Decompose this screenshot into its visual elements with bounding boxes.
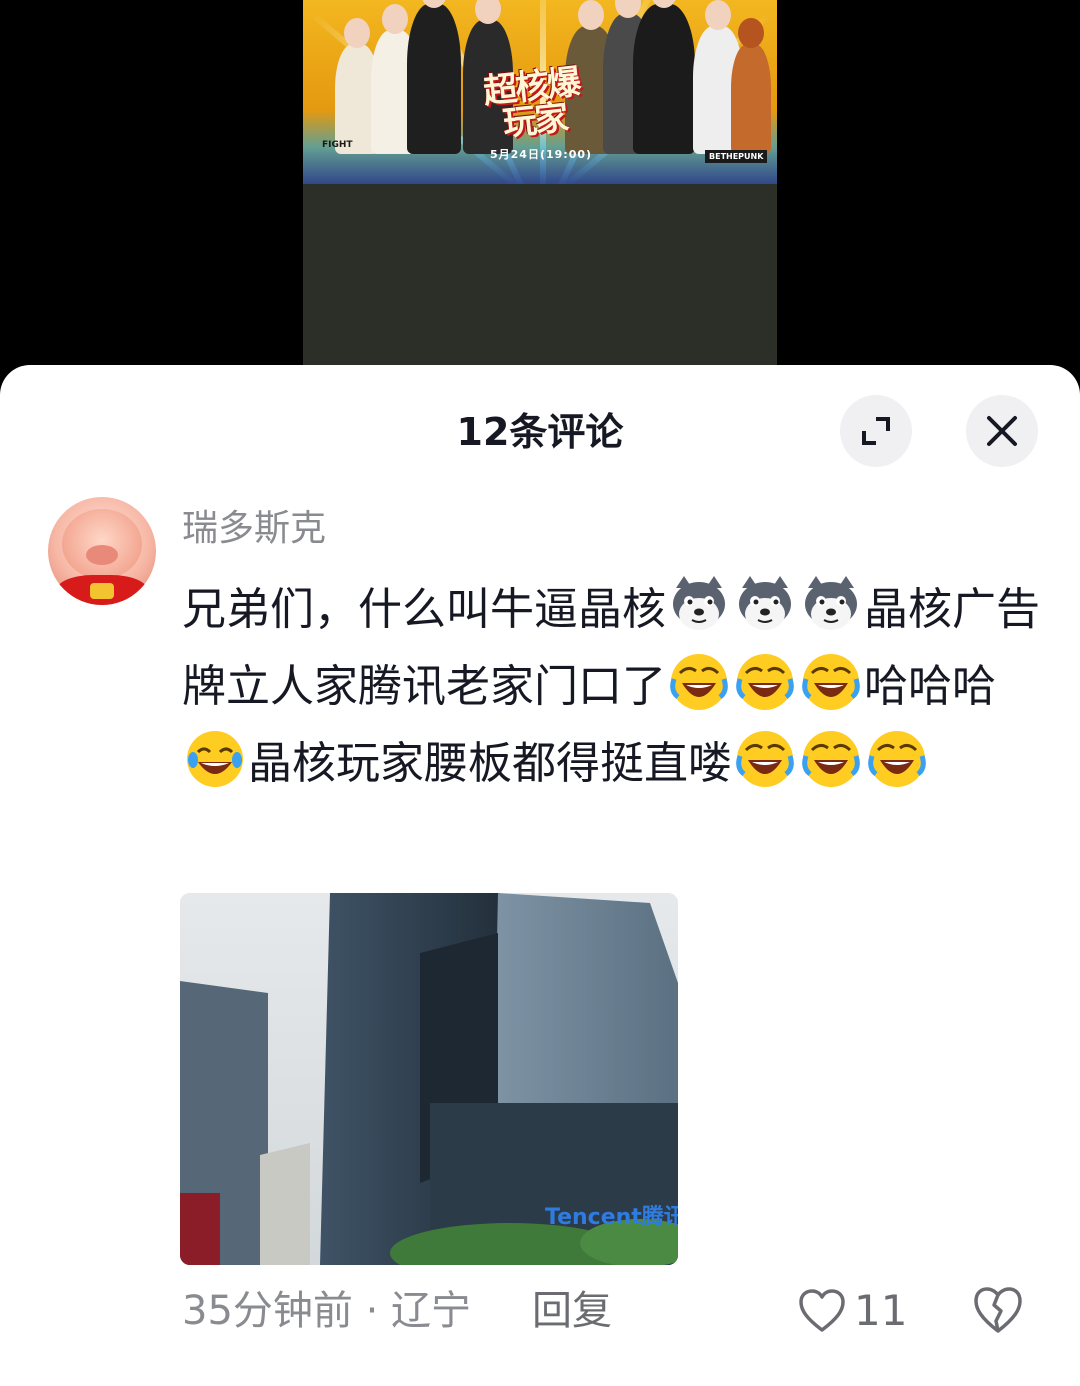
tencent-sign: Tencent腾讯 (545, 1205, 678, 1230)
rofl-emoji-icon (868, 731, 926, 787)
close-icon (987, 416, 1017, 446)
comment-text: 兄弟们，什么叫牛逼晶核 晶核广告牌立人家腾讯老家门口了 哈哈哈晶核玩家腰板都得挺… (182, 571, 1042, 802)
tears-of-joy-emoji-icon (187, 731, 243, 787)
doge-emoji-icon (739, 576, 791, 630)
close-button[interactable] (966, 395, 1038, 467)
doge-emoji-icon (805, 576, 857, 630)
rofl-emoji-icon (736, 731, 794, 787)
expand-icon (862, 417, 890, 445)
heart-icon (799, 1289, 845, 1332)
building-photo: Tencent腾讯 (180, 893, 678, 1265)
comments-title: 12条评论 (456, 410, 624, 454)
comment-text-part4: 晶核玩家腰板都得挺直喽 (248, 738, 732, 789)
rofl-emoji-icon (736, 654, 794, 710)
reply-button[interactable]: 回复 (532, 1283, 612, 1339)
comments-sheet: 12条评论 瑞多斯克 兄弟们，什么叫牛逼晶核 晶核广告牌立人家腾讯老家门口了 哈… (0, 365, 1080, 1386)
like-count: 11 (854, 1286, 908, 1335)
avatar[interactable] (48, 497, 156, 605)
rofl-emoji-icon (802, 731, 860, 787)
poster-title: 超核爆玩家 (481, 62, 582, 145)
poster-date: 5月24日(19:00) (490, 148, 593, 161)
dislike-button[interactable] (972, 1285, 1024, 1337)
comment-text-part1: 兄弟们，什么叫牛逼晶核 (182, 584, 666, 635)
broken-heart-icon (974, 1287, 1022, 1333)
poster-right-logo: BETHEPUNK (705, 150, 768, 163)
comment-username[interactable]: 瑞多斯克 (182, 505, 326, 553)
poster-left-logo: FIGHT (322, 140, 353, 150)
expand-button[interactable] (840, 395, 912, 467)
comment-image[interactable]: Tencent腾讯 (180, 893, 678, 1265)
like-button[interactable]: 11 (798, 1283, 907, 1339)
doge-emoji-icon (673, 576, 725, 630)
rofl-emoji-icon (670, 654, 728, 710)
rofl-emoji-icon (802, 654, 860, 710)
comment-time-location: 35分钟前 · 辽宁 (182, 1288, 472, 1334)
comment-text-part3: 哈哈哈 (864, 661, 996, 712)
